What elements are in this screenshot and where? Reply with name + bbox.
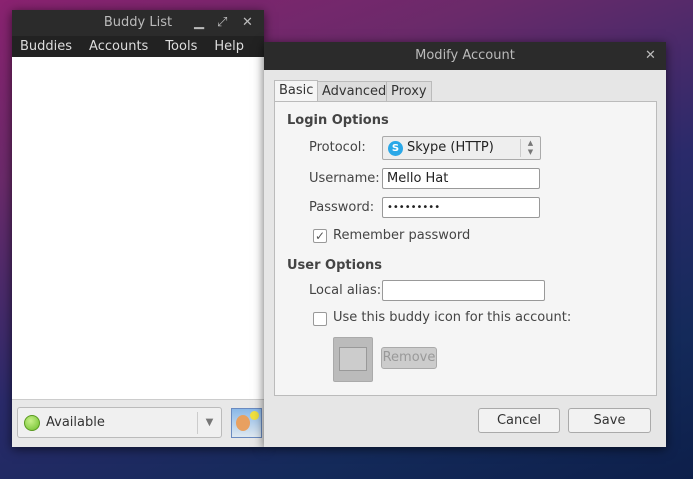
menu-bar: Buddies Accounts Tools Help xyxy=(12,36,264,57)
window-title: Modify Account xyxy=(415,48,515,63)
password-input[interactable]: ••••••••• xyxy=(382,197,540,218)
remove-button[interactable]: Remove xyxy=(381,347,437,369)
cancel-button[interactable]: Cancel xyxy=(478,408,560,433)
buddy-icon-picker[interactable] xyxy=(333,337,373,382)
close-icon[interactable]: ✕ xyxy=(242,10,253,36)
use-buddy-icon-checkbox[interactable] xyxy=(313,312,327,326)
use-buddy-icon-label: Use this buddy icon for this account: xyxy=(333,310,572,325)
remember-password-checkbox[interactable]: ✓ xyxy=(313,229,327,243)
buddy-list-titlebar[interactable]: Buddy List ▁ ⤢ ✕ xyxy=(12,10,264,36)
chevron-down-icon: ▼ xyxy=(197,411,221,434)
modify-account-window: Modify Account ✕ Basic Advanced Proxy Lo… xyxy=(264,42,666,447)
image-placeholder-icon xyxy=(339,347,367,371)
save-button[interactable]: Save xyxy=(568,408,651,433)
skype-icon: S xyxy=(388,141,403,156)
tab-proxy[interactable]: Proxy xyxy=(386,81,432,102)
menu-buddies[interactable]: Buddies xyxy=(20,36,72,57)
username-input[interactable]: Mello Hat xyxy=(382,168,540,189)
menu-tools[interactable]: Tools xyxy=(165,36,197,57)
user-options-heading: User Options xyxy=(287,258,382,273)
status-selector[interactable]: Available ▼ xyxy=(17,407,222,438)
avatar-icon xyxy=(236,415,250,431)
tab-advanced[interactable]: Advanced xyxy=(317,81,392,102)
close-icon[interactable]: ✕ xyxy=(645,42,656,70)
password-label: Password: xyxy=(309,200,375,215)
maximize-icon[interactable]: ⤢ xyxy=(217,10,227,36)
status-label: Available xyxy=(46,415,105,430)
sun-icon xyxy=(250,411,259,420)
window-title: Buddy List xyxy=(103,15,173,30)
buddy-icon-button[interactable] xyxy=(231,408,262,438)
protocol-value: Skype (HTTP) xyxy=(407,140,494,155)
protocol-select[interactable]: S Skype (HTTP) ▲ ▼ xyxy=(382,136,541,160)
protocol-label: Protocol: xyxy=(309,140,366,155)
remember-password-label: Remember password xyxy=(333,228,471,243)
buddy-list-area[interactable] xyxy=(12,57,264,400)
login-options-heading: Login Options xyxy=(287,113,389,128)
tab-basic[interactable]: Basic xyxy=(274,80,319,102)
menu-accounts[interactable]: Accounts xyxy=(89,36,148,57)
available-status-icon xyxy=(24,414,40,431)
basic-panel: Login Options Protocol: S Skype (HTTP) ▲… xyxy=(274,101,657,396)
minimize-icon[interactable]: ▁ xyxy=(194,10,204,36)
username-label: Username: xyxy=(309,171,380,186)
buddy-list-window: Buddy List ▁ ⤢ ✕ Buddies Accounts Tools … xyxy=(12,10,264,447)
modify-account-titlebar[interactable]: Modify Account ✕ xyxy=(264,42,666,70)
local-alias-input[interactable] xyxy=(382,280,545,301)
spinner-arrows-icon: ▲ ▼ xyxy=(520,139,540,157)
menu-help[interactable]: Help xyxy=(214,36,244,57)
local-alias-label: Local alias: xyxy=(309,283,382,298)
